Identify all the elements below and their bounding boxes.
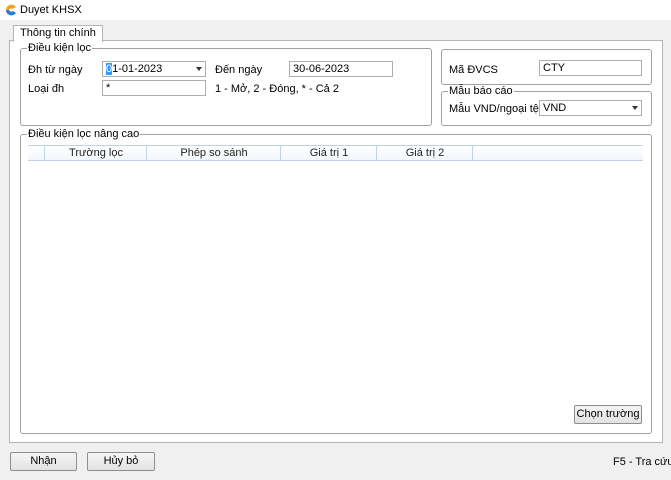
app-icon (6, 4, 16, 16)
order-type-input[interactable]: * (102, 80, 206, 96)
to-date-input[interactable]: 30-06-2023 (289, 61, 393, 77)
grid-column-operator[interactable]: Phép so sánh (146, 146, 281, 160)
filter-grid-header: Trường lọc Phép so sánh Giá trị 1 Giá tr… (28, 145, 643, 161)
advanced-filter-legend: Điều kiện lọc nâng cao (28, 128, 140, 140)
chevron-down-icon[interactable] (632, 106, 638, 110)
from-date-label: Đh từ ngày (28, 64, 83, 76)
to-date-label: Đến ngày (215, 64, 263, 76)
window-title: Duyet KHSX (20, 4, 82, 16)
unit-code-label: Mã ĐVCS (449, 64, 498, 76)
from-date-input[interactable]: 01-01-2023 (102, 61, 206, 77)
from-date-text: 1-01-2023 (112, 63, 163, 75)
currency-template-select[interactable]: VND (539, 100, 642, 116)
grid-row-indicator (28, 146, 44, 160)
currency-template-label: Mẫu VND/ngoại tệ (449, 103, 539, 115)
filter-group-legend: Điều kiện lọc (28, 42, 91, 54)
filter-grid-body[interactable] (28, 161, 643, 401)
unit-code-input[interactable]: CTY (539, 60, 642, 76)
grid-column-value2[interactable]: Giá trị 2 (376, 146, 473, 160)
ok-button[interactable]: Nhận (10, 452, 77, 471)
grid-column-field[interactable]: Trường lọc (44, 146, 147, 160)
cancel-button[interactable]: Hủy bỏ (87, 452, 155, 471)
lookup-hint: F5 - Tra cứu (613, 456, 671, 468)
chevron-down-icon[interactable] (196, 67, 202, 71)
order-type-hint: 1 - Mở, 2 - Đóng, * - Cả 2 (215, 83, 339, 95)
title-bar (0, 0, 671, 20)
grid-column-filler (472, 146, 644, 160)
report-group-legend: Mẫu báo cáo (449, 85, 513, 97)
currency-template-value: VND (543, 102, 567, 114)
tab-main-info[interactable]: Thông tin chính (13, 25, 103, 42)
choose-fields-button[interactable]: Chọn trường (574, 405, 642, 424)
grid-column-value1[interactable]: Giá trị 1 (280, 146, 377, 160)
order-type-label: Loại đh (28, 83, 65, 95)
